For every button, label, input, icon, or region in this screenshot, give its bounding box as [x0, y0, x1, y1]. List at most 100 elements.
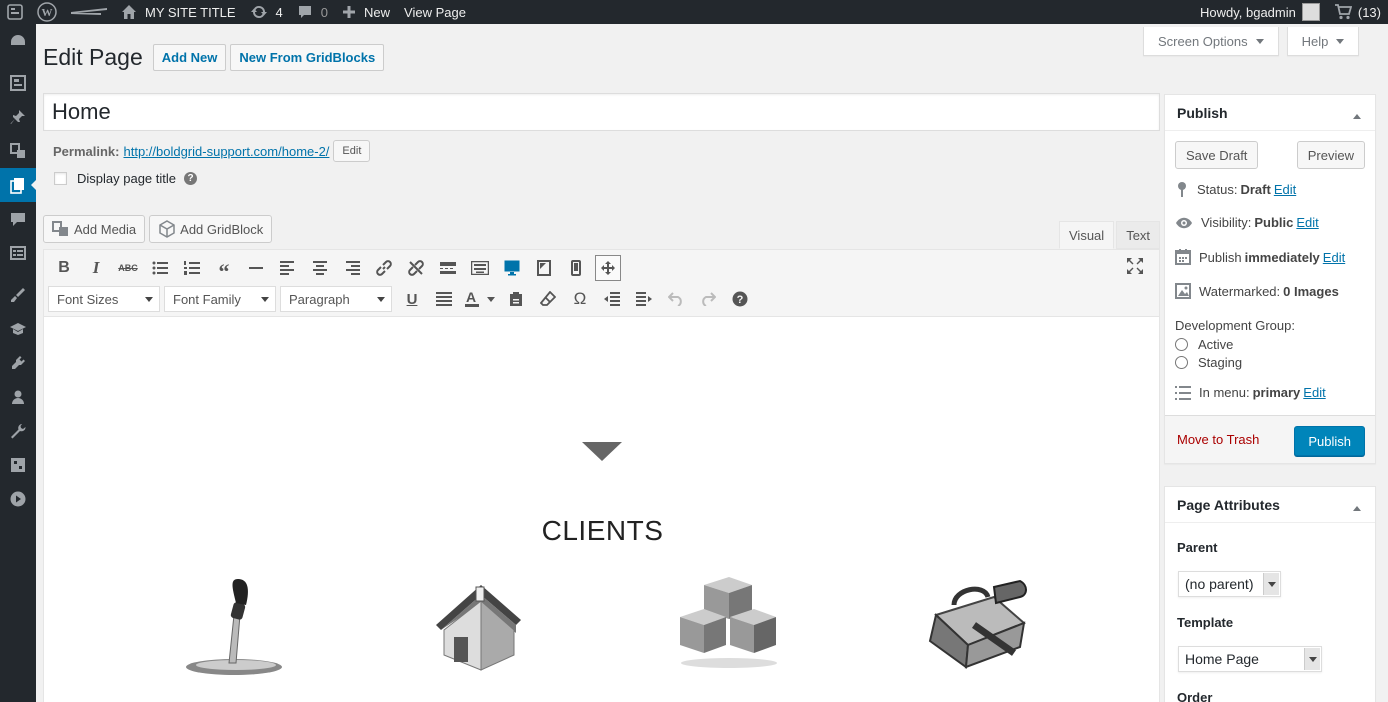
bold-button[interactable]: B	[48, 254, 80, 282]
collapse-toggle-icon[interactable]	[1353, 502, 1361, 511]
publish-button[interactable]: Publish	[1294, 426, 1365, 456]
preview-button[interactable]: Preview	[1296, 141, 1365, 169]
menu-settings[interactable]	[0, 448, 36, 482]
keyboard-shortcuts-button[interactable]: ?	[724, 285, 756, 313]
align-left-button[interactable]	[272, 254, 304, 282]
radio-button[interactable]	[1175, 356, 1188, 369]
special-character-button[interactable]: Ω	[564, 285, 596, 313]
page-attributes-header[interactable]: Page Attributes	[1165, 487, 1375, 523]
parent-select[interactable]: (no parent)	[1178, 571, 1281, 597]
screen-options-button[interactable]: Screen Options	[1143, 27, 1279, 56]
numbered-list-icon	[184, 261, 200, 275]
insert-link-button[interactable]	[368, 254, 400, 282]
menu-users[interactable]	[0, 380, 36, 414]
bullet-list-icon	[152, 261, 168, 275]
menu-dashboard[interactable]	[0, 24, 36, 58]
distraction-free-button[interactable]	[1119, 252, 1151, 280]
text-color-button[interactable]: A	[460, 285, 500, 313]
font-sizes-select[interactable]: Font Sizes	[48, 286, 160, 312]
menu-comments[interactable]	[0, 202, 36, 236]
phone-preview-button[interactable]	[560, 254, 592, 282]
pages-icon	[10, 178, 24, 194]
horizontal-line-button[interactable]	[240, 254, 272, 282]
view-page-link[interactable]: View Page	[397, 0, 473, 24]
menu-forms[interactable]	[0, 236, 36, 270]
admin-menu	[0, 24, 37, 702]
font-family-select[interactable]: Font Family	[164, 286, 276, 312]
menu-pages[interactable]	[0, 168, 37, 202]
clear-formatting-button[interactable]	[532, 285, 564, 313]
edit-visibility-link[interactable]: Edit	[1296, 215, 1318, 230]
publish-box-header[interactable]: Publish	[1165, 95, 1375, 131]
justify-button[interactable]	[428, 285, 460, 313]
svg-text:?: ?	[737, 294, 744, 306]
menu-toggle-icon[interactable]	[0, 0, 30, 24]
post-title-input[interactable]: Home	[43, 93, 1160, 131]
display-title-checkbox[interactable]	[54, 172, 67, 185]
editor-content[interactable]: CLIENTS	[43, 317, 1160, 702]
svg-text:W: W	[42, 7, 53, 19]
edit-status-link[interactable]: Edit	[1274, 182, 1296, 197]
site-name-link[interactable]: MY SITE TITLE	[114, 0, 243, 24]
move-to-trash-link[interactable]: Move to Trash	[1177, 432, 1259, 447]
help-icon[interactable]: ?	[184, 172, 197, 185]
add-media-label: Add Media	[74, 221, 137, 237]
my-account-link[interactable]: Howdy, bgadmin	[1193, 0, 1327, 24]
dev-group-option-staging[interactable]: Staging	[1175, 355, 1242, 370]
add-media-button[interactable]: Add Media	[43, 215, 146, 243]
cart-link[interactable]: (13)	[1327, 0, 1388, 24]
page-attributes-title: Page Attributes	[1177, 496, 1280, 513]
indent-button[interactable]	[628, 285, 660, 313]
paste-text-button[interactable]	[500, 285, 532, 313]
comments-link[interactable]: 0	[290, 0, 335, 24]
blockquote-button[interactable]: “	[208, 254, 240, 284]
remove-link-button[interactable]	[400, 254, 432, 282]
menu-appearance[interactable]	[0, 278, 36, 312]
toolbar-toggle-button[interactable]	[464, 254, 496, 282]
menu-collapse[interactable]	[0, 482, 36, 516]
menu-posts[interactable]	[0, 100, 36, 134]
tab-visual[interactable]: Visual	[1059, 221, 1115, 249]
desktop-preview-button[interactable]	[496, 254, 528, 282]
toolbar-row-1: B I ABC “	[48, 253, 624, 284]
dev-group-option-active[interactable]: Active	[1175, 337, 1233, 352]
tablet-preview-button[interactable]	[528, 254, 560, 282]
format-select[interactable]: Paragraph	[280, 286, 392, 312]
underline-button[interactable]: U	[396, 285, 428, 313]
menu-tools[interactable]	[0, 414, 36, 448]
help-button[interactable]: Help	[1286, 27, 1360, 56]
edit-menu-link[interactable]: Edit	[1303, 385, 1325, 400]
template-select[interactable]: Home Page	[1178, 646, 1322, 672]
save-draft-button[interactable]: Save Draft	[1175, 141, 1259, 169]
edit-publish-date-link[interactable]: Edit	[1323, 250, 1345, 265]
menu-tutorials[interactable]	[0, 312, 36, 346]
italic-button[interactable]: I	[80, 254, 112, 282]
updates-link[interactable]: 4	[243, 0, 290, 24]
radio-button[interactable]	[1175, 338, 1188, 351]
bullet-list-button[interactable]	[144, 254, 176, 282]
wordpress-logo-icon[interactable]: W	[30, 0, 64, 24]
outdent-button[interactable]	[596, 285, 628, 313]
read-more-button[interactable]	[432, 254, 464, 282]
tab-text[interactable]: Text	[1116, 221, 1161, 249]
boldgrid-logo-icon[interactable]	[64, 0, 114, 24]
pin-icon	[1178, 182, 1186, 197]
edit-permalink-button[interactable]: Edit	[333, 140, 371, 162]
menu-media[interactable]	[0, 134, 36, 168]
redo-button[interactable]	[692, 285, 724, 313]
new-from-gridblocks-button[interactable]: New From GridBlocks	[230, 44, 385, 71]
add-gridblock-button[interactable]: Add GridBlock	[149, 215, 273, 243]
menu-plugins[interactable]	[0, 346, 36, 380]
undo-button[interactable]	[660, 285, 692, 313]
numbered-list-button[interactable]	[176, 254, 208, 282]
align-center-button[interactable]	[304, 254, 336, 282]
collapse-toggle-icon[interactable]	[1353, 110, 1361, 119]
permalink-url[interactable]: http://boldgrid-support.com/home-2/	[123, 144, 329, 159]
parent-label: Parent	[1177, 540, 1218, 555]
add-new-button[interactable]: Add New	[152, 44, 227, 71]
align-right-button[interactable]	[336, 254, 368, 282]
move-button[interactable]	[595, 255, 621, 281]
new-content-link[interactable]: New	[335, 0, 397, 24]
strikethrough-button[interactable]: ABC	[112, 254, 144, 282]
menu-boldgrid[interactable]	[0, 66, 36, 100]
